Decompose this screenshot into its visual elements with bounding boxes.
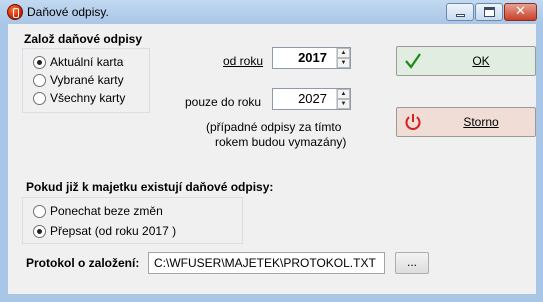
radio-current-card[interactable]: Aktuální karta: [33, 55, 123, 69]
radio-keep-unchanged[interactable]: Ponechat beze změn: [33, 204, 163, 218]
close-icon: ✕: [515, 4, 526, 19]
ok-button[interactable]: OK: [396, 46, 536, 76]
from-year-value[interactable]: 2017: [273, 48, 331, 68]
radio-label: Aktuální karta: [50, 55, 124, 69]
create-section-heading: Založ daňové odpisy: [24, 32, 143, 46]
title-bar: Daňové odpisy. ✕: [0, 0, 543, 24]
spin-down-icon[interactable]: ▼: [337, 58, 350, 68]
window-title: Daňové odpisy.: [27, 5, 109, 19]
protocol-label: Protokol o založení:: [26, 256, 140, 270]
minimize-button[interactable]: [446, 3, 474, 21]
cancel-button[interactable]: Storno: [396, 107, 536, 137]
spinner-arrows: ▲ ▼: [336, 89, 350, 109]
to-year-label: pouze do roku: [185, 95, 262, 109]
maximize-button[interactable]: [475, 3, 503, 21]
existing-options-group: Ponechat beze změn Přepsat (od roku 2017…: [22, 197, 243, 244]
radio-label: Vybrané karty: [50, 73, 124, 87]
radio-all-cards[interactable]: Všechny karty: [33, 91, 125, 105]
cancel-label: Storno: [463, 115, 499, 129]
to-year-value[interactable]: 2027: [273, 89, 331, 109]
spin-up-icon[interactable]: ▲: [337, 48, 350, 58]
create-options-group: Aktuální karta Vybrané karty Všechny kar…: [22, 48, 150, 113]
spinner-arrows: ▲ ▼: [336, 48, 350, 68]
browse-button[interactable]: ...: [395, 252, 429, 274]
power-icon: [405, 114, 421, 130]
radio-button[interactable]: [33, 73, 46, 87]
checkmark-icon: [405, 53, 421, 69]
radio-label: Přepsat (od roku 2017 ): [50, 224, 177, 238]
radio-overwrite[interactable]: Přepsat (od roku 2017 ): [33, 224, 176, 238]
to-year-spinner[interactable]: 2027 ▲ ▼: [272, 88, 351, 110]
app-icon: [7, 4, 23, 20]
close-button[interactable]: ✕: [504, 3, 537, 21]
minimize-icon: [456, 14, 465, 17]
radio-button-selected[interactable]: [33, 224, 46, 238]
radio-button[interactable]: [33, 204, 46, 218]
spin-down-icon[interactable]: ▼: [337, 99, 350, 109]
radio-button-selected[interactable]: [33, 55, 46, 69]
maximize-icon: [484, 7, 495, 17]
ok-label: OK: [472, 54, 490, 68]
to-year-note-line1: (případné odpisy za tímto: [206, 120, 342, 134]
radio-label: Všechny karty: [50, 91, 126, 105]
radio-button[interactable]: [33, 91, 46, 105]
radio-label: Ponechat beze změn: [50, 204, 163, 218]
existing-section-heading: Pokud již k majetku existují daňové odpi…: [26, 180, 274, 194]
radio-selected-cards[interactable]: Vybrané karty: [33, 73, 124, 87]
spin-up-icon[interactable]: ▲: [337, 89, 350, 99]
dialog-body: Založ daňové odpisy Aktuální karta Vybra…: [8, 24, 536, 294]
to-year-note-line2: rokem budou vymazány): [215, 135, 347, 149]
from-year-label: od roku: [223, 54, 264, 68]
protocol-path-field[interactable]: C:\WFUSER\MAJETEK\PROTOKOL.TXT: [148, 252, 385, 274]
from-year-spinner[interactable]: 2017 ▲ ▼: [272, 47, 351, 69]
